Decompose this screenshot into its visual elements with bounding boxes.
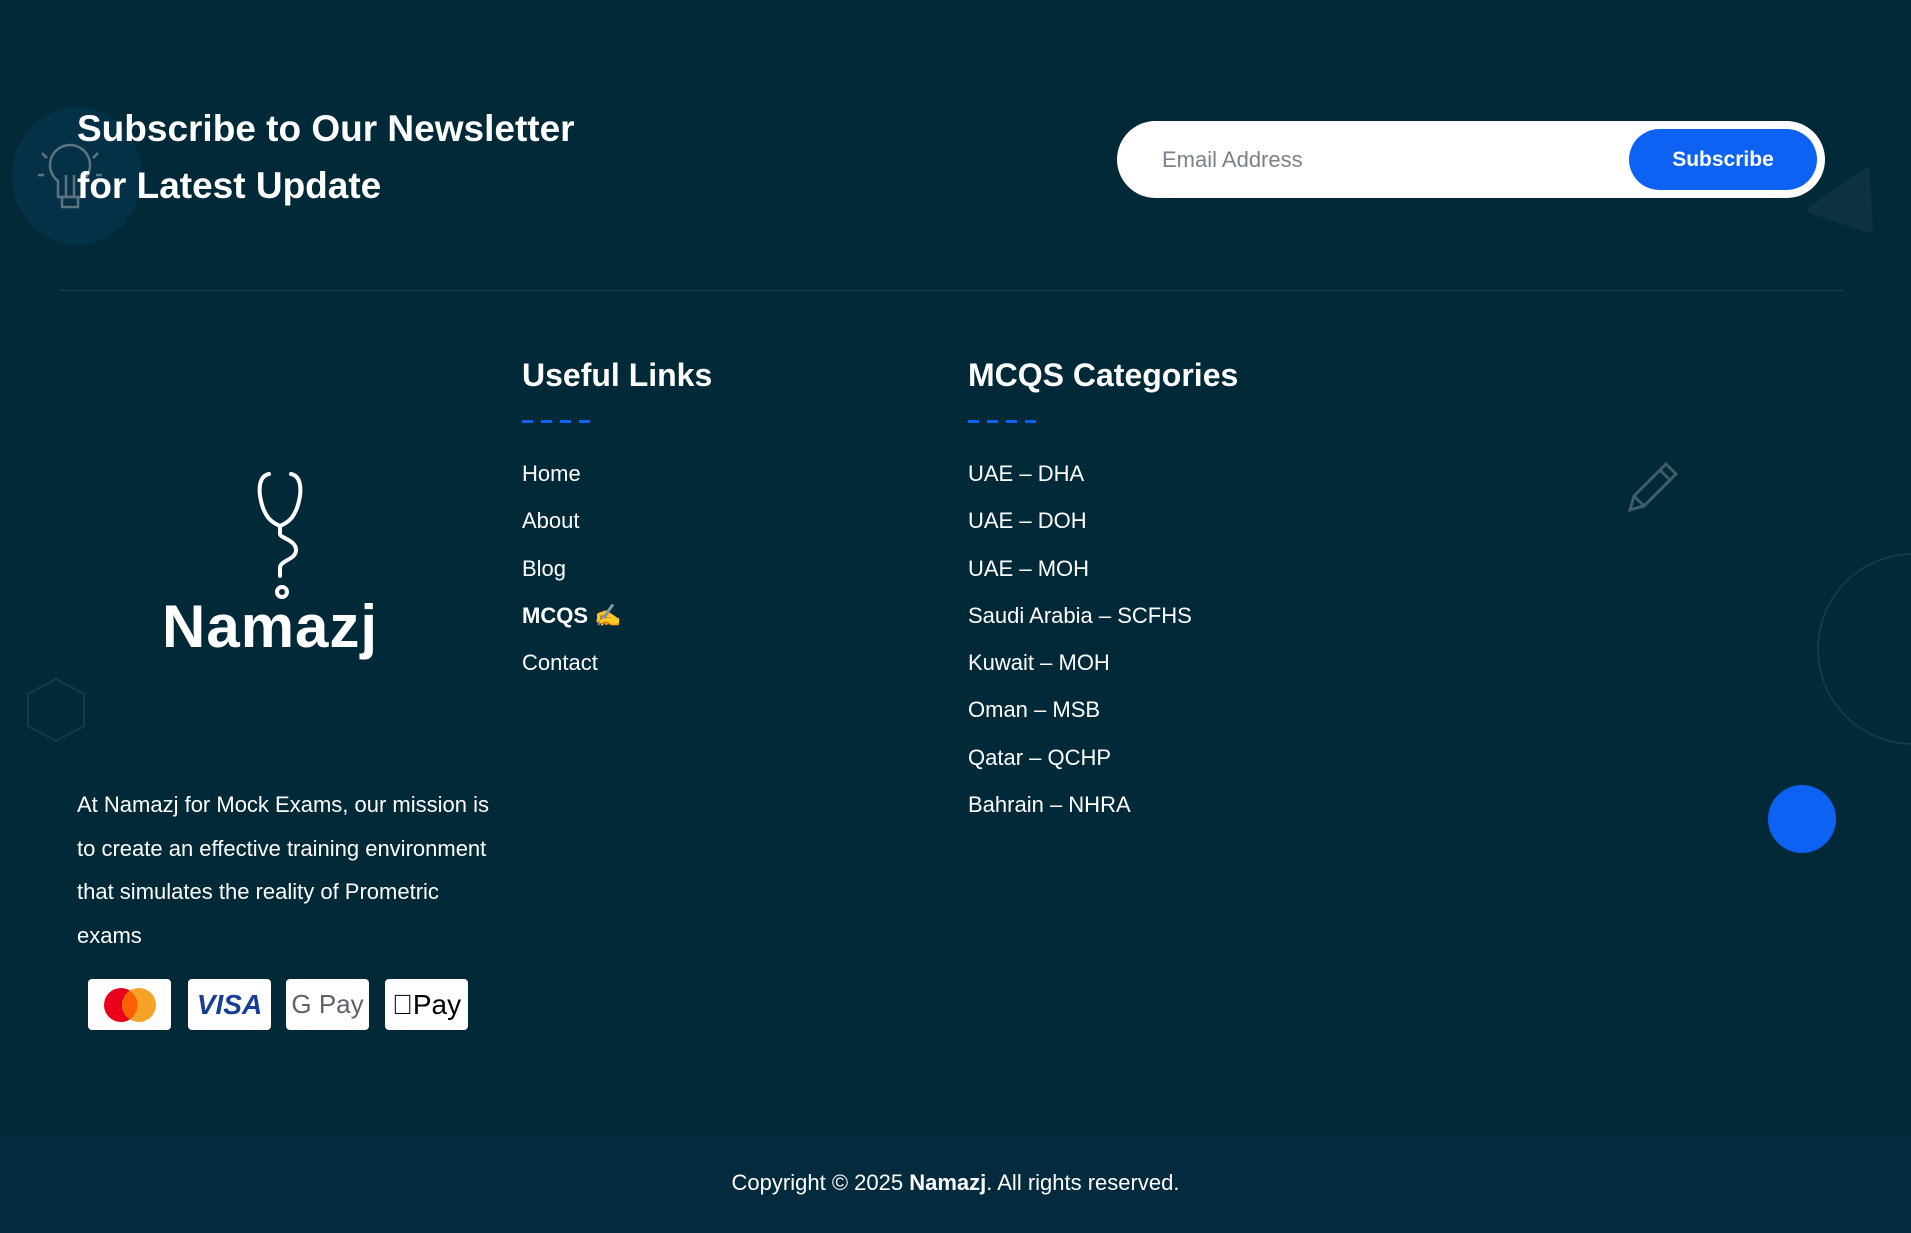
link-contact[interactable]: Contact bbox=[522, 639, 712, 686]
category-link[interactable]: UAE – MOH bbox=[968, 545, 1238, 592]
apple-icon:  bbox=[392, 989, 413, 1021]
mcqs-categories-section: MCQS Categories UAE – DHA UAE – DOH UAE … bbox=[968, 357, 1238, 828]
link-about[interactable]: About bbox=[522, 497, 712, 544]
visa-badge: VISA bbox=[188, 979, 271, 1030]
copyright-prefix: Copyright © 2025 bbox=[731, 1170, 904, 1195]
newsletter-form: Subscribe bbox=[1117, 121, 1825, 198]
category-link[interactable]: UAE – DOH bbox=[968, 497, 1238, 544]
title-line: for Latest Update bbox=[77, 165, 382, 206]
hexagon-decor-icon bbox=[27, 677, 85, 743]
subscribe-button[interactable]: Subscribe bbox=[1629, 129, 1817, 190]
category-link[interactable]: Qatar – QCHP bbox=[968, 734, 1238, 781]
stethoscope-logo-icon bbox=[257, 472, 303, 599]
category-link[interactable]: UAE – DHA bbox=[968, 450, 1238, 497]
copyright-suffix: . All rights reserved. bbox=[986, 1170, 1180, 1195]
gpay-label: G Pay bbox=[291, 989, 364, 1019]
category-link[interactable]: Saudi Arabia – SCFHS bbox=[968, 592, 1238, 639]
link-home[interactable]: Home bbox=[522, 450, 712, 497]
brand-name: Namazj bbox=[162, 593, 379, 660]
title-underline bbox=[968, 420, 1036, 423]
useful-links-title: Useful Links bbox=[522, 357, 713, 393]
copyright-brand[interactable]: Namazj bbox=[909, 1170, 986, 1195]
title-line: Subscribe to Our Newsletter bbox=[77, 108, 575, 149]
category-link[interactable]: Bahrain – NHRA bbox=[968, 781, 1238, 828]
link-mcqs-label: MCQS bbox=[522, 602, 588, 628]
brand-description: At Namazj for Mock Exams, our mission is… bbox=[77, 792, 489, 948]
mastercard-badge bbox=[88, 979, 171, 1030]
gpay-badge: G Pay bbox=[286, 979, 369, 1030]
link-blog[interactable]: Blog bbox=[522, 545, 712, 592]
category-link[interactable]: Kuwait – MOH bbox=[968, 639, 1238, 686]
pencil-decor-icon bbox=[1627, 461, 1679, 513]
applepay-label: Pay bbox=[402, 988, 461, 1020]
triangle-decor-icon bbox=[1807, 167, 1873, 233]
title-underline bbox=[522, 420, 590, 423]
scroll-to-top-button[interactable] bbox=[1768, 785, 1836, 853]
email-input[interactable] bbox=[1162, 121, 1622, 198]
useful-links-section: Useful Links Home About Blog MCQS ✍ Cont… bbox=[522, 357, 712, 686]
category-link[interactable]: Oman – MSB bbox=[968, 686, 1238, 733]
copyright-text: Copyright © 2025 Namazj. All rights rese… bbox=[0, 1170, 1911, 1196]
categories-title: MCQS Categories bbox=[968, 357, 1239, 393]
visa-label: VISA bbox=[196, 988, 263, 1020]
divider bbox=[59, 290, 1843, 291]
circle-outline-decor bbox=[1817, 553, 1911, 745]
writing-hand-icon: ✍ bbox=[594, 602, 622, 628]
newsletter-title: Subscribe to Our Newsletter for Latest U… bbox=[77, 100, 575, 214]
applepay-badge: Pay bbox=[385, 979, 468, 1030]
link-mcqs[interactable]: MCQS ✍ bbox=[522, 592, 712, 639]
mastercard-icon bbox=[103, 987, 156, 1022]
